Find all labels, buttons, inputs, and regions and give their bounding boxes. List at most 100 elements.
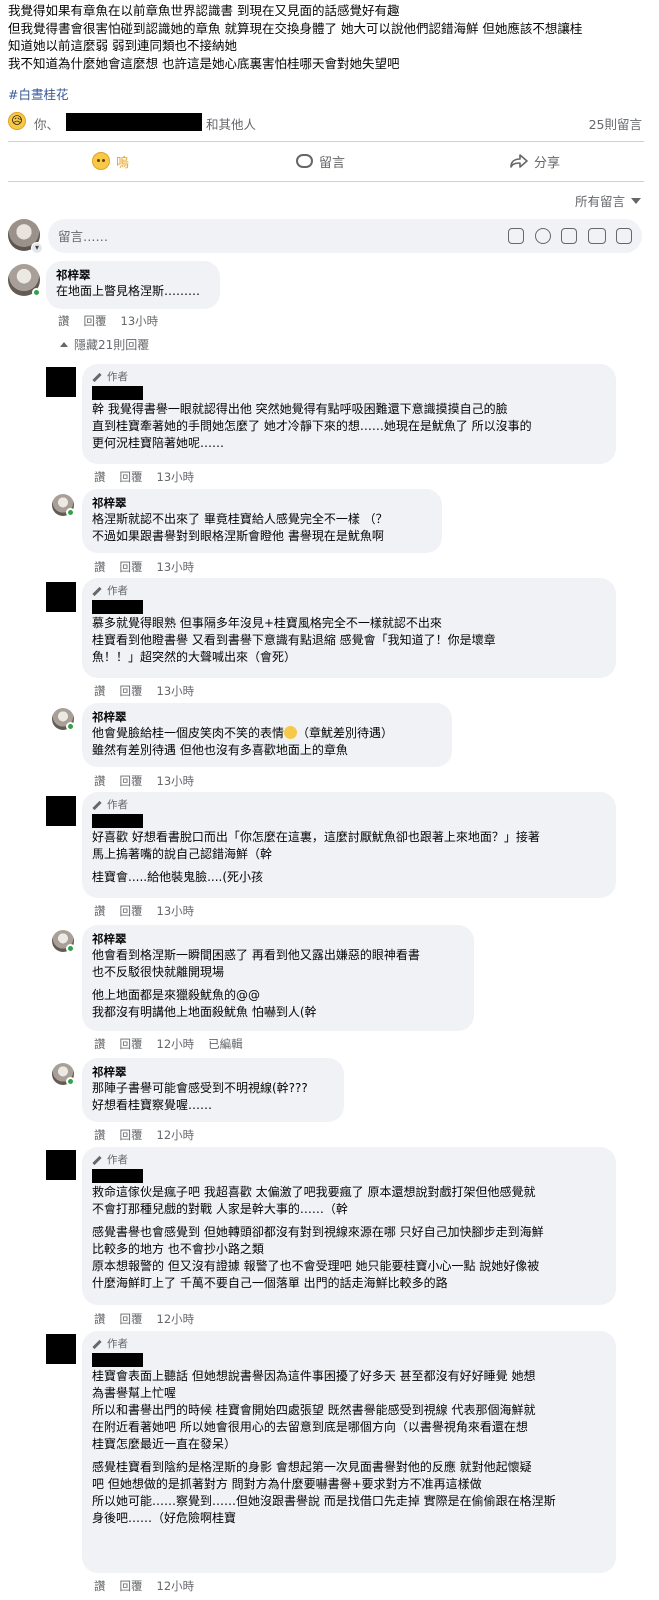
- comment-count-link[interactable]: 25則留言: [589, 114, 642, 133]
- comment-time[interactable]: 13小時: [157, 559, 195, 575]
- author-badge: 作者: [92, 370, 606, 384]
- reaction-summary[interactable]: 😥 你、 和其他人 25則留言: [8, 112, 644, 132]
- comment-time[interactable]: 12小時: [157, 1127, 195, 1143]
- chevron-down-icon: [631, 197, 641, 204]
- comment-time[interactable]: 12小時: [157, 1036, 195, 1052]
- avatar[interactable]: [52, 1063, 75, 1086]
- like-link[interactable]: 讚: [94, 469, 106, 485]
- comment-bubble: 祁梓翠 那陣子書譽可能會感受到不明視線(幹??? 好想看桂寶察覺喔……: [82, 1058, 344, 1122]
- post-line: 我覺得如果有章魚在以前章魚世界認識書 到現在又見面的話感覺好有趣: [8, 3, 400, 18]
- sticker-icon[interactable]: [616, 228, 632, 244]
- commenter-name[interactable]: 祁梓翠: [92, 931, 464, 947]
- reply-link[interactable]: 回覆: [120, 683, 143, 699]
- reply-link[interactable]: 回覆: [120, 1578, 143, 1594]
- reply-link[interactable]: 回覆: [120, 903, 143, 919]
- comment-meta: 讚 回覆 12小時: [94, 1127, 194, 1143]
- avatar[interactable]: [52, 494, 75, 517]
- gif-icon[interactable]: [588, 228, 606, 244]
- author-badge: 作者: [92, 798, 606, 812]
- like-link[interactable]: 讚: [94, 1311, 106, 1327]
- comment-bubble: 祁梓翠 他會看到格涅斯一瞬間困惑了 再看到他又露出嫌惡的眼神看書 也不反駁很快就…: [82, 925, 474, 1031]
- comment-text: 桂寶會表面上聽話 但她想說書譽因為這件事困擾了好多天 甚至都沒有好好睡覺 她想: [92, 1369, 536, 1383]
- redacted-name: [92, 1353, 143, 1367]
- comment-text: 不過如果跟書譽對到眼格涅斯會瞪他 書譽現在是魷魚啊: [92, 529, 384, 543]
- hashtag-link[interactable]: #白晝桂花: [8, 84, 68, 103]
- hide-replies-toggle[interactable]: 隱藏21則回覆: [60, 336, 149, 353]
- share-arrow-icon: [510, 154, 528, 168]
- comment-time[interactable]: 12小時: [157, 1578, 195, 1594]
- pencil-icon: [92, 1155, 102, 1165]
- like-link[interactable]: 讚: [94, 1036, 106, 1052]
- camera-icon[interactable]: [561, 228, 577, 244]
- reply-link[interactable]: 回覆: [120, 1036, 143, 1052]
- comment-sort-dropdown[interactable]: 所有留言: [575, 191, 641, 210]
- reaction-others-label[interactable]: 和其他人: [206, 114, 256, 133]
- comment-meta: 讚 回覆 13小時: [94, 559, 194, 575]
- redacted-avatar[interactable]: [46, 1334, 76, 1364]
- comment-time[interactable]: 13小時: [157, 683, 195, 699]
- like-link[interactable]: 讚: [94, 1127, 106, 1143]
- author-badge: 作者: [92, 584, 606, 598]
- comment-text: 也不反駁很快就離開現場: [92, 965, 225, 979]
- reply-link[interactable]: 回覆: [84, 313, 107, 329]
- comment-bubble-icon: [296, 154, 313, 168]
- comment-input[interactable]: [58, 225, 458, 247]
- reply-link[interactable]: 回覆: [120, 469, 143, 485]
- reply-link[interactable]: 回覆: [120, 773, 143, 789]
- comment-bubble: 作者 救命這傢伙是瘋子吧 我超喜歡 太偏激了吧我要瘋了 原本還想說對戲打架但他感…: [82, 1147, 616, 1305]
- sad-face-icon: [92, 152, 110, 170]
- comment-meta: 讚 回覆 12小時: [94, 1578, 194, 1594]
- current-user-avatar[interactable]: ▾: [8, 219, 43, 254]
- reply-link[interactable]: 回覆: [120, 1311, 143, 1327]
- comment-time[interactable]: 12小時: [157, 1311, 195, 1327]
- like-link[interactable]: 讚: [94, 683, 106, 699]
- reply-link[interactable]: 回覆: [120, 559, 143, 575]
- comment-button[interactable]: 留言: [296, 145, 345, 177]
- pencil-icon: [92, 1339, 102, 1349]
- comment-time[interactable]: 13小時: [157, 773, 195, 789]
- commenter-name[interactable]: 祁梓翠: [92, 495, 432, 511]
- comment-text: 桂寶看到他瞪書譽 又看到書譽下意識有點退縮 感覺會「我知道了！你是壞章: [92, 633, 496, 647]
- like-link[interactable]: 讚: [94, 1578, 106, 1594]
- comment-text: 桂寶會.....給他裝鬼臉....(死小孩: [92, 870, 264, 884]
- like-link[interactable]: 讚: [58, 313, 70, 329]
- like-link[interactable]: 讚: [94, 559, 106, 575]
- pencil-icon: [92, 372, 102, 382]
- emoji-icon[interactable]: [535, 228, 551, 244]
- like-link[interactable]: 讚: [94, 903, 106, 919]
- commenter-name[interactable]: 祁梓翠: [92, 1064, 334, 1080]
- like-link[interactable]: 讚: [94, 773, 106, 789]
- commenter-name[interactable]: 祁梓翠: [56, 267, 210, 283]
- redacted-name: [92, 1169, 143, 1183]
- chevron-down-icon[interactable]: ▾: [31, 242, 43, 254]
- comment-text: 在附近看著她吧 所以她會很用心的去留意到底是哪個方向（以書譽視角來看還在想: [92, 1420, 528, 1434]
- comment-time[interactable]: 13小時: [157, 903, 195, 919]
- share-button[interactable]: 分享: [510, 145, 560, 177]
- post-line: 知道她以前這麼弱 弱到連同類也不接納她: [8, 38, 237, 53]
- redacted-avatar[interactable]: [46, 582, 76, 612]
- comment-text: 慕多就覺得眼熟 但事隔多年沒見+桂寶風格完全不一樣就認不出來: [92, 616, 442, 630]
- comment-time[interactable]: 13小時: [121, 313, 159, 329]
- react-button[interactable]: 嗚: [92, 145, 129, 177]
- redacted-name: [92, 814, 143, 828]
- redacted-avatar[interactable]: [46, 1150, 76, 1180]
- comment-text: 他會看到格涅斯一瞬間困惑了 再看到他又露出嫌惡的眼神看書: [92, 948, 420, 962]
- edited-label[interactable]: 已編輯: [208, 1036, 243, 1052]
- comment-time[interactable]: 13小時: [157, 469, 195, 485]
- commenter-name[interactable]: 祁梓翠: [92, 709, 442, 725]
- redacted-avatar[interactable]: [46, 367, 76, 397]
- pencil-icon: [92, 800, 102, 810]
- redacted-avatar[interactable]: [46, 796, 76, 826]
- comment-composer[interactable]: [48, 219, 642, 253]
- avatar[interactable]: [52, 708, 75, 731]
- comment-meta: 讚 回覆 12小時 已編輯: [94, 1036, 243, 1052]
- comment-meta: 讚 回覆 13小時: [94, 469, 194, 485]
- avatar[interactable]: [8, 264, 41, 297]
- comment-text: 馬上摀著嘴的說自己認錯海鮮（幹: [92, 847, 273, 861]
- comment-meta: 讚 回覆 12小時: [94, 1311, 194, 1327]
- reply-link[interactable]: 回覆: [120, 1127, 143, 1143]
- avatar-sticker-icon[interactable]: [508, 228, 524, 244]
- smiling-emoji-icon: [284, 726, 298, 739]
- comment-bubble: 作者 慕多就覺得眼熟 但事隔多年沒見+桂寶風格完全不一樣就認不出來 桂寶看到他瞪…: [82, 578, 616, 678]
- avatar[interactable]: [52, 930, 75, 953]
